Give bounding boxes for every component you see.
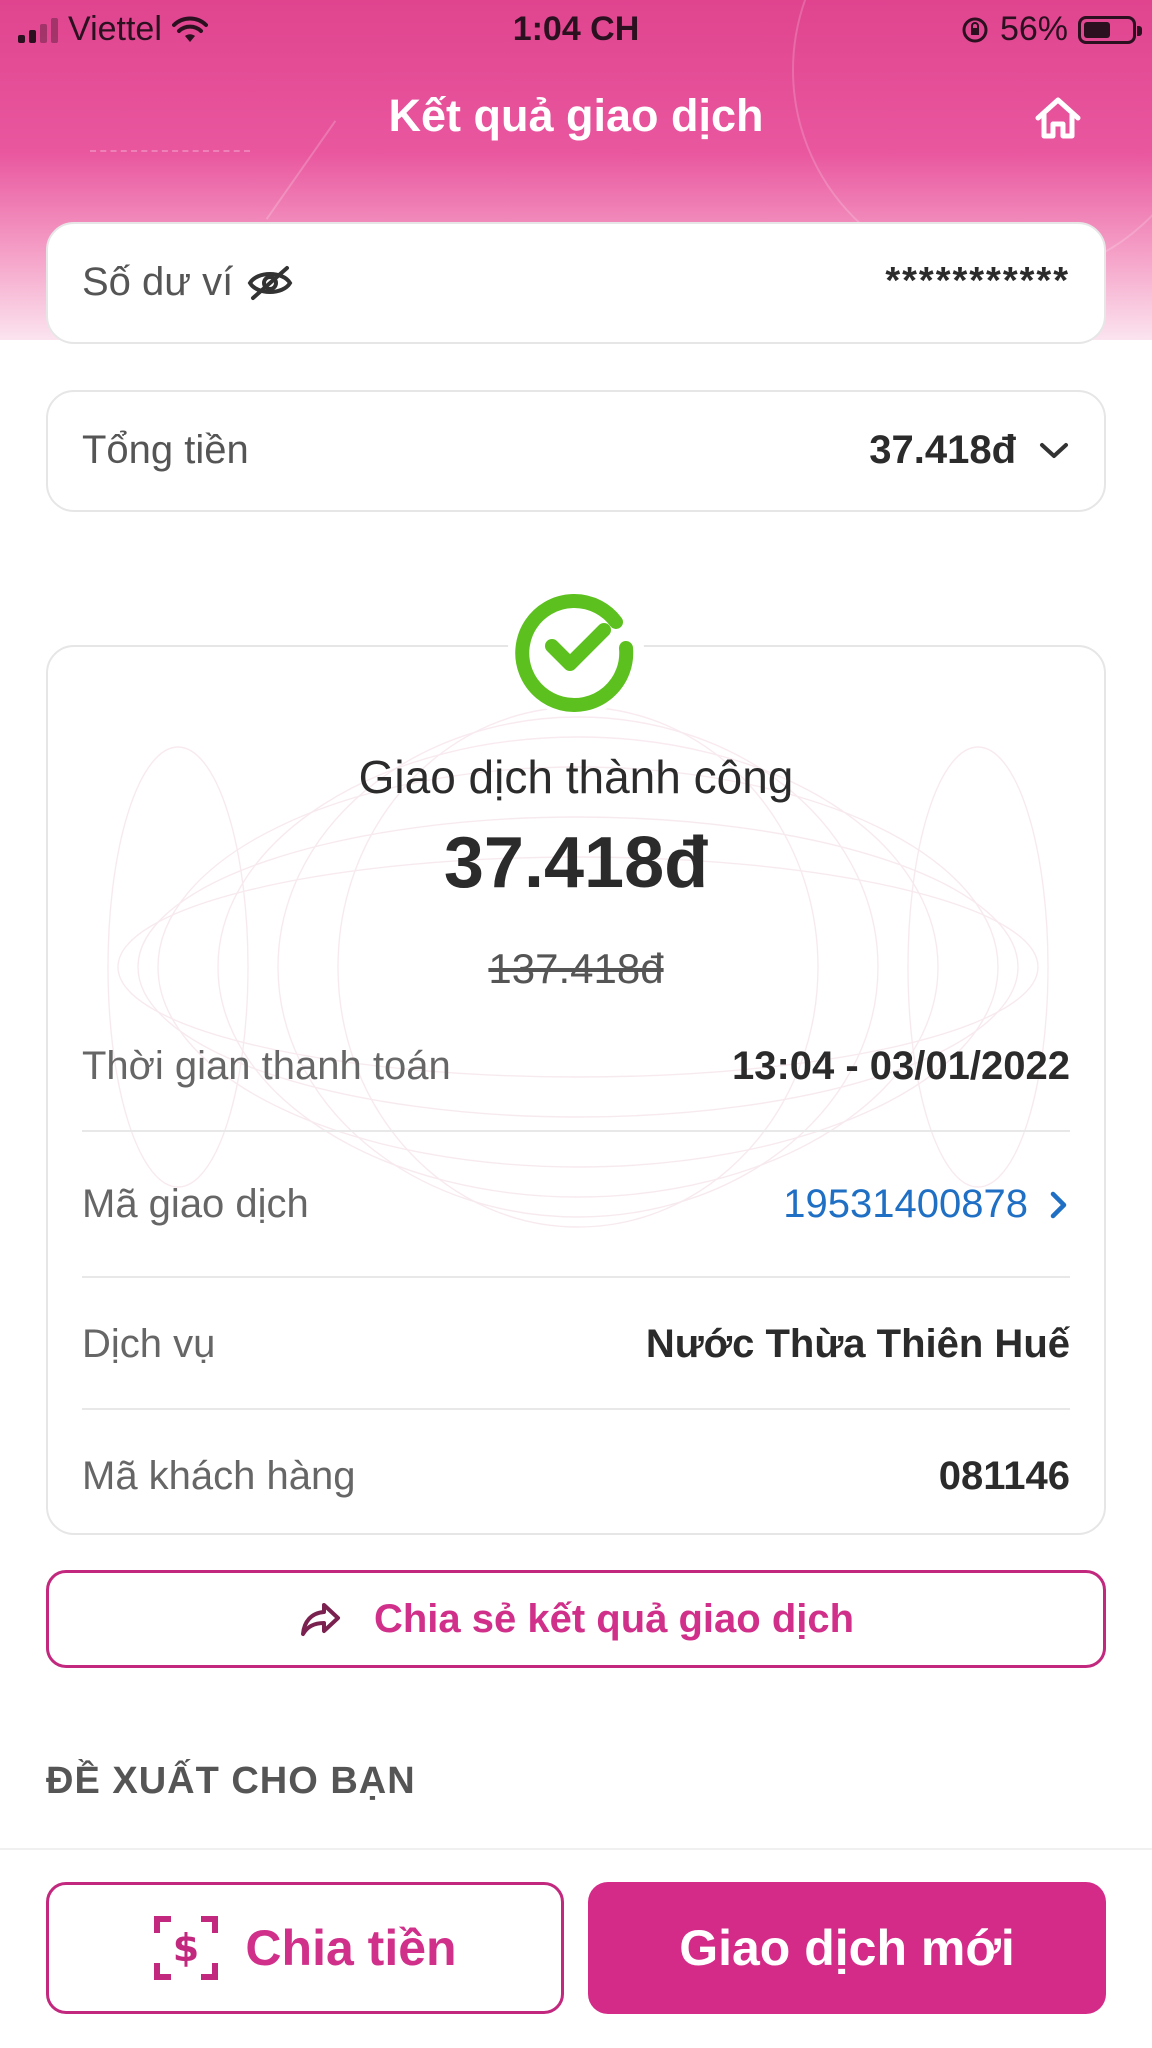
customer-id-value: 081146 [938, 1454, 1070, 1498]
battery-icon [1078, 15, 1142, 44]
payment-time-label: Thời gian thanh toán [82, 1044, 451, 1088]
battery-percent: 56% [999, 10, 1068, 48]
status-bar: Viettel 1:04 CH 56% [0, 0, 1152, 62]
customer-id-row: Mã khách hàng 081146 [82, 1436, 1070, 1516]
paid-amount: 37.418đ [443, 823, 709, 903]
divider [82, 1276, 1070, 1278]
payment-time-row: Thời gian thanh toán 13:04 - 03/01/2022 [82, 1026, 1070, 1106]
share-result-button[interactable]: Chia sẻ kết quả giao dịch [46, 1570, 1106, 1668]
split-bill-button[interactable]: $ Chia tiền [46, 1882, 564, 2014]
transaction-id-value[interactable]: 19531400878 [783, 1182, 1028, 1227]
service-label: Dịch vụ [82, 1322, 216, 1366]
transaction-id-label: Mã giao dịch [82, 1182, 309, 1226]
check-circle-icon [508, 580, 644, 716]
total-label: Tổng tiền [82, 428, 249, 472]
suggestions-heading: ĐỀ XUẤT CHO BẠN [46, 1760, 416, 1802]
divider [82, 1408, 1070, 1410]
share-icon [300, 1603, 340, 1636]
new-transaction-button[interactable]: Giao dịch mới [588, 1882, 1106, 2014]
eye-off-icon[interactable] [247, 265, 293, 301]
svg-text:$: $ [173, 1926, 199, 1970]
divider [82, 1130, 1070, 1132]
original-amount: 137.418đ [488, 945, 664, 992]
total-amount-card[interactable]: Tổng tiền 37.418đ [46, 390, 1106, 512]
home-icon[interactable] [1030, 90, 1086, 146]
wallet-balance-label: Số dư ví [82, 260, 234, 304]
new-transaction-label: Giao dịch mới [679, 1920, 1015, 1976]
wallet-balance-value: *********** [885, 260, 1070, 302]
service-value: Nước Thừa Thiên Huế [645, 1322, 1070, 1366]
total-value: 37.418đ [869, 428, 1016, 472]
split-bill-label: Chia tiền [245, 1920, 457, 1976]
orientation-lock-icon [962, 17, 988, 42]
chevron-right-icon[interactable] [1048, 1189, 1070, 1221]
payment-time-value: 13:04 - 03/01/2022 [731, 1044, 1070, 1088]
transaction-id-row[interactable]: Mã giao dịch 19531400878 [82, 1164, 1070, 1244]
page-title: Kết quả giao dịch [388, 90, 764, 141]
split-money-icon: $ [154, 1916, 219, 1980]
customer-id-label: Mã khách hàng [82, 1454, 356, 1498]
service-row: Dịch vụ Nước Thừa Thiên Huế [82, 1304, 1070, 1384]
wallet-balance-card: Số dư ví *********** [46, 222, 1106, 344]
chevron-down-icon[interactable] [1038, 441, 1070, 461]
header-decoration [90, 150, 250, 190]
transaction-status: Giao dịch thành công [358, 751, 794, 803]
share-result-label: Chia sẻ kết quả giao dịch [373, 1596, 855, 1641]
